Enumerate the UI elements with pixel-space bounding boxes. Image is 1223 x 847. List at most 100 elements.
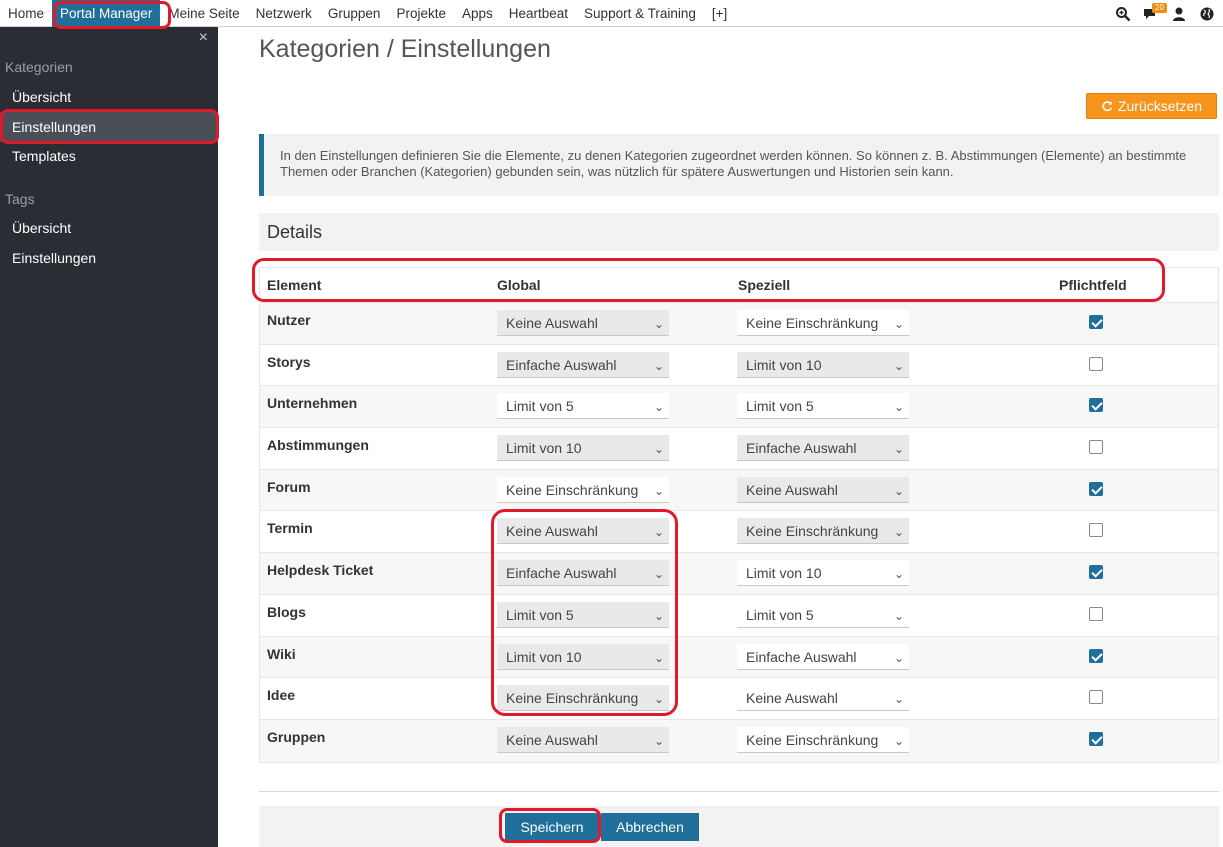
sidebar-item-kategorien-einstellungen[interactable]: Einstellungen [0,112,218,142]
global-select[interactable]: Keine Auswahl ⌄ [497,726,669,753]
close-icon[interactable]: × [199,29,208,47]
sidebar-section-kategorien: Kategorien [5,59,73,75]
required-checkbox[interactable] [1089,481,1103,496]
details-heading: Details [259,213,1219,251]
required-checkbox[interactable] [1089,440,1103,455]
sidebar: × Kategorien Übersicht Einstellungen Tem… [0,27,218,847]
special-select[interactable]: Limit von 10 ⌄ [737,351,909,378]
table-header: Element Global Speziell Pflichtfeld [260,268,1218,303]
special-select[interactable]: Limit von 5 ⌄ [737,393,909,420]
global-select[interactable]: Keine Einschränkung ⌄ [497,476,669,503]
element-name: Idee [267,687,296,704]
global-select-value: Einfache Auswahl [506,356,617,373]
save-button[interactable]: Speichern [505,813,599,841]
chevron-down-icon: ⌄ [653,608,664,623]
sidebar-item-tags-uebersicht[interactable]: Übersicht [0,213,218,243]
table-row: Storys Einfache Auswahl ⌄ Limit von 10 ⌄ [260,345,1218,387]
special-select[interactable]: Limit von 10 ⌄ [737,560,909,587]
chevron-down-icon: ⌄ [893,442,904,457]
global-select-value: Keine Einschränkung [506,690,639,707]
global-select-value: Limit von 5 [506,606,574,623]
special-select-value: Einfache Auswahl [746,440,857,457]
sidebar-item-kategorien-uebersicht[interactable]: Übersicht [0,82,218,112]
nav-item-home[interactable]: Home [0,0,52,27]
nav-item-gruppen[interactable]: Gruppen [320,0,389,27]
global-select[interactable]: Keine Auswahl ⌄ [497,518,669,545]
special-select[interactable]: Keine Einschränkung ⌄ [737,726,909,753]
special-select-value: Keine Einschränkung [746,523,879,540]
table-row: Gruppen Keine Auswahl ⌄ Keine Einschränkung… [260,719,1218,762]
special-select-value: Limit von 5 [746,398,814,415]
nav-item-projekte[interactable]: Projekte [388,0,454,27]
special-select[interactable]: Einfache Auswahl ⌄ [737,643,909,670]
element-name: Unternehmen [267,395,358,412]
global-select[interactable]: Limit von 5 ⌄ [497,601,669,628]
global-select[interactable]: Limit von 10 ⌄ [497,435,669,462]
chat-badge: 20 [1152,2,1167,13]
chevron-down-icon: ⌄ [653,733,664,748]
reset-button[interactable]: Zurücksetzen [1086,93,1217,119]
required-checkbox[interactable] [1089,523,1103,538]
nav-item-meine-seite[interactable]: Meine Seite [160,0,247,27]
required-checkbox[interactable] [1089,565,1103,580]
global-select-value: Limit von 10 [506,648,582,665]
required-checkbox[interactable] [1089,315,1103,329]
required-checkbox[interactable] [1089,356,1103,371]
column-header-global: Global [497,277,541,293]
form-actions: Speichern Abbrechen [259,806,1219,847]
global-select[interactable]: Keine Einschränkung ⌄ [497,685,669,712]
required-checkbox[interactable] [1089,398,1103,413]
info-box: In den Einstellungen definieren Sie die … [259,134,1219,196]
nav-item-apps[interactable]: Apps [454,0,501,27]
chat-icon[interactable]: 20 [1143,2,1167,22]
required-checkbox[interactable] [1089,690,1103,705]
chevron-down-icon: ⌄ [893,608,904,623]
special-select-value: Limit von 5 [746,606,814,623]
nav-item-support-training[interactable]: Support & Training [576,0,704,27]
special-select[interactable]: Keine Auswahl ⌄ [737,476,909,503]
column-header-special: Speziell [738,277,791,293]
chevron-down-icon: ⌄ [653,442,664,457]
chevron-down-icon: ⌄ [653,317,664,331]
settings-table: Element Global Speziell Pflichtfeld Nutz… [259,267,1219,763]
special-select-value: Limit von 10 [746,565,822,582]
sidebar-item-kategorien-templates[interactable]: Templates [0,141,218,171]
table-row: Wiki Limit von 10 ⌄ Einfache Auswahl ⌄ [260,636,1218,679]
table-row: Unternehmen Limit von 5 ⌄ Limit von 5 ⌄ [260,386,1218,429]
nav-item-netzwerk[interactable]: Netzwerk [248,0,320,27]
nav-item-heartbeat[interactable]: Heartbeat [501,0,576,27]
chevron-down-icon: ⌄ [653,400,664,415]
global-select[interactable]: Limit von 5 ⌄ [497,393,669,420]
table-row: Nutzer Keine Auswahl ⌄ Keine Einschränkung ⌄ [260,303,1218,345]
special-select[interactable]: Limit von 5 ⌄ [737,601,909,628]
special-select[interactable]: Keine Auswahl ⌄ [737,685,909,712]
required-checkbox[interactable] [1089,606,1103,621]
cancel-button[interactable]: Abbrechen [601,813,699,841]
global-select-value: Keine Einschränkung [506,481,639,498]
required-checkbox[interactable] [1089,731,1103,746]
element-name: Blogs [267,603,306,620]
element-name: Storys [267,353,311,370]
element-name: Nutzer [267,312,311,328]
chevron-down-icon: ⌄ [653,525,664,540]
global-select[interactable]: Einfache Auswahl ⌄ [497,351,669,378]
search-icon[interactable] [1115,6,1131,22]
global-select-value: Limit von 10 [506,440,582,457]
special-select[interactable]: Keine Einschränkung ⌄ [737,310,909,336]
special-select[interactable]: Keine Einschränkung ⌄ [737,518,909,545]
global-select[interactable]: Limit von 10 ⌄ [497,643,669,670]
required-checkbox[interactable] [1089,648,1103,663]
nav-item-portal-manager[interactable]: Portal Manager [52,0,161,27]
global-select[interactable]: Einfache Auswahl ⌄ [497,560,669,587]
global-select[interactable]: Keine Auswahl ⌄ [497,310,669,336]
sidebar-item-tags-einstellungen[interactable]: Einstellungen [0,243,218,273]
global-select-value: Keine Auswahl [506,523,598,540]
globe-icon[interactable] [1199,6,1215,22]
nav-item-[interactable]: [+] [704,0,735,27]
column-header-element: Element [267,277,322,293]
main-menu: Home Portal Manager Meine Seite Netzwerk Gru… [0,0,735,27]
special-select-value: Limit von 10 [746,356,822,373]
special-select[interactable]: Einfache Auswahl ⌄ [737,435,909,462]
user-icon[interactable] [1171,6,1187,22]
chevron-down-icon: ⌄ [893,733,904,748]
